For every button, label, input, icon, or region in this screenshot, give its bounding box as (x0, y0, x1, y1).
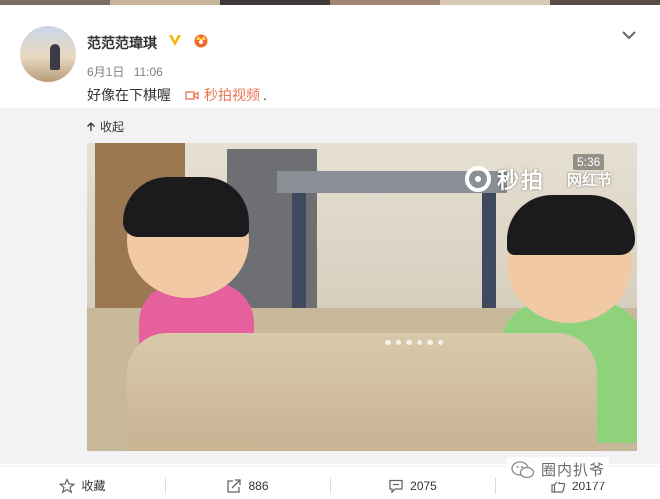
video-link[interactable]: 秒拍视频 (185, 85, 260, 105)
post-text: 好像在下棋喔 秒拍视频 . (87, 85, 267, 105)
watermark-text: 秒拍 (497, 168, 546, 193)
watermark-tag: 网红节 (567, 172, 613, 189)
media-container: 收起 秒拍 网红节 5:36 (0, 108, 660, 464)
video-link-trail: . (263, 87, 267, 103)
star-icon (59, 477, 76, 494)
play-table (127, 333, 597, 451)
video-watermark: 秒拍 (465, 163, 545, 195)
username[interactable]: 范范范瑋琪 (87, 33, 157, 53)
arrow-up-icon (87, 121, 95, 131)
collapse-button[interactable]: 收起 (86, 118, 124, 135)
post-date[interactable]: 6月1日 (87, 65, 124, 79)
wechat-source-stamp: 圈内扒爷 (507, 457, 610, 482)
game-pieces (385, 340, 443, 348)
favorite-button[interactable]: 收藏 (0, 467, 165, 499)
share-count: 886 (248, 478, 269, 493)
miaopai-logo-icon (465, 166, 491, 192)
video-camera-icon (185, 90, 199, 100)
favorite-label: 收藏 (81, 479, 106, 493)
post-time[interactable]: 11:06 (134, 65, 163, 79)
share-button[interactable]: 886 (165, 467, 330, 499)
video-duration: 5:36 (573, 154, 605, 170)
comment-button[interactable]: 2075 (330, 467, 495, 499)
vip-crown-icon[interactable] (191, 32, 211, 48)
verified-badge-icon (169, 35, 181, 46)
chevron-down-icon[interactable] (620, 27, 638, 43)
share-icon (227, 478, 242, 493)
stamp-text: 圈内扒爷 (541, 462, 606, 479)
weibo-post: 范范范瑋琪 6月1日 11:06 好像在下棋喔 秒拍视频 . 收起 秒拍 网红节… (0, 5, 660, 499)
post-content: 好像在下棋喔 (87, 87, 171, 103)
post-meta: 6月1日 11:06 (87, 63, 169, 80)
wechat-logo-icon (511, 460, 535, 478)
comment-count: 2075 (410, 478, 437, 493)
avatar[interactable] (20, 26, 76, 82)
video-player[interactable]: 秒拍 网红节 5:36 (87, 143, 637, 451)
video-link-label[interactable]: 秒拍视频 (204, 85, 260, 105)
collapse-label[interactable]: 收起 (100, 118, 124, 135)
comment-icon (389, 479, 403, 494)
